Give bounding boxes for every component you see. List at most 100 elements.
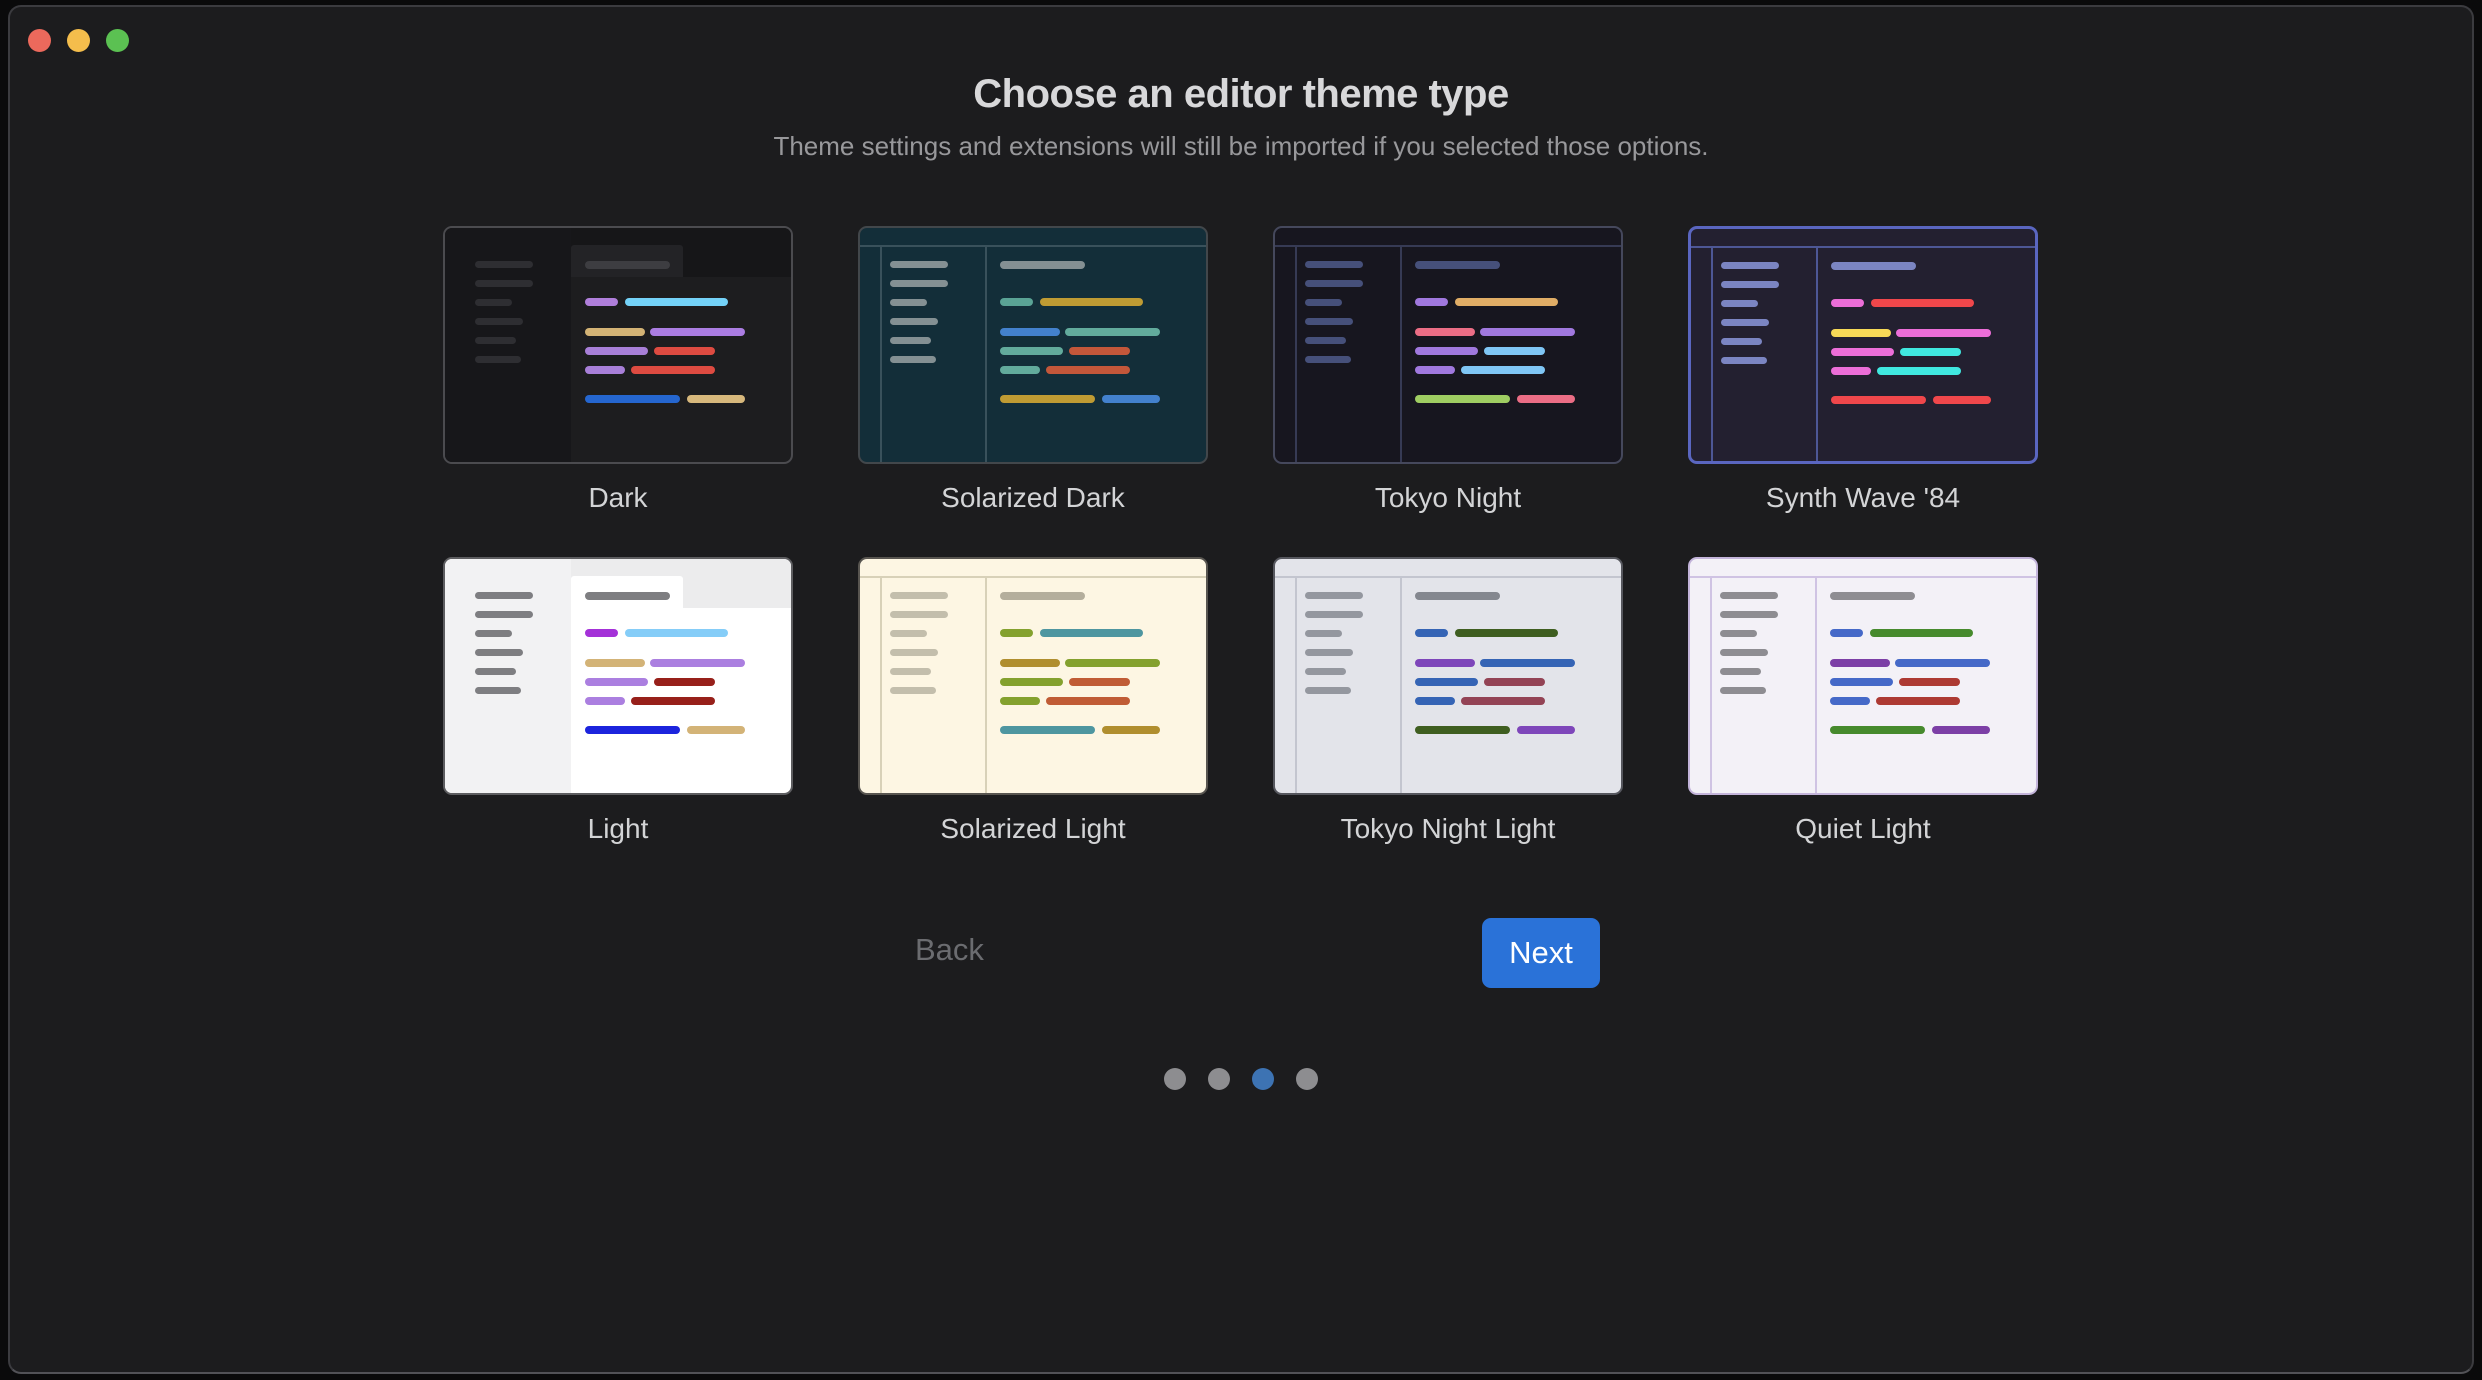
theme-preview [858, 557, 1208, 795]
pagination-dot-1[interactable] [1164, 1068, 1186, 1090]
preview-line [1461, 366, 1545, 374]
theme-preview [1273, 226, 1623, 464]
preview-line [1046, 697, 1130, 705]
preview-line [890, 261, 948, 268]
preview-line [1711, 246, 1713, 461]
preview-line [650, 659, 745, 667]
preview-line [1480, 328, 1575, 336]
preview-line [1831, 299, 1864, 307]
theme-card-tokyo-night[interactable]: Tokyo Night [1273, 226, 1623, 516]
preview-line [1000, 298, 1033, 306]
preview-line [1721, 262, 1779, 269]
preview-line [475, 649, 523, 656]
theme-label: Solarized Light [940, 813, 1126, 844]
theme-label: Tokyo Night Light [1340, 813, 1556, 844]
theme-label: Synth Wave '84 [1765, 482, 1961, 513]
preview-line [475, 280, 533, 287]
preview-line [890, 592, 948, 599]
preview-line [1816, 246, 1818, 461]
preview-line [1830, 659, 1890, 667]
preview-line [1305, 261, 1363, 268]
preview-line [1721, 319, 1769, 326]
preview-line [475, 318, 523, 325]
preview-line [1455, 629, 1558, 637]
preview-line [475, 687, 521, 694]
preview-line [1415, 629, 1448, 637]
preview-line [1000, 726, 1095, 734]
preview-line [1065, 659, 1160, 667]
preview-line [1484, 678, 1545, 686]
preview-line [1895, 659, 1990, 667]
theme-card-quiet-light[interactable]: Quiet Light [1688, 557, 2038, 847]
theme-card-light[interactable]: Light [443, 557, 793, 847]
traffic-light-maximize-button[interactable] [106, 29, 129, 52]
traffic-light-minimize-button[interactable] [67, 29, 90, 52]
preview-line [1876, 697, 1960, 705]
preview-line [1305, 337, 1346, 344]
pagination-dot-4[interactable] [1296, 1068, 1318, 1090]
preview-line [1710, 576, 1712, 793]
pagination-dot-2[interactable] [1208, 1068, 1230, 1090]
preview-line [475, 356, 521, 363]
theme-preview [1688, 557, 2038, 795]
preview-line [1305, 280, 1363, 287]
preview-line [475, 668, 516, 675]
preview-line [687, 395, 745, 403]
preview-line [585, 366, 625, 374]
theme-card-dark[interactable]: Dark [443, 226, 793, 516]
theme-preview [443, 226, 793, 464]
theme-card-solarized-light[interactable]: Solarized Light [858, 557, 1208, 847]
preview-line [475, 592, 533, 599]
preview-line [890, 687, 936, 694]
preview-line [654, 678, 715, 686]
preview-line [1305, 611, 1363, 618]
preview-line [1831, 367, 1871, 375]
preview-line [475, 630, 512, 637]
preview-line [1415, 261, 1500, 269]
preview-line [1691, 246, 2035, 248]
preview-line [1400, 245, 1402, 462]
preview-line [1899, 678, 1960, 686]
preview-line [631, 697, 715, 705]
traffic-light-close-button[interactable] [28, 29, 51, 52]
preview-line [1295, 576, 1297, 793]
preview-line [1400, 576, 1402, 793]
preview-line [1000, 697, 1040, 705]
preview-line [1000, 347, 1063, 355]
preview-line [1295, 245, 1297, 462]
preview-line [1484, 347, 1545, 355]
preview-line [625, 629, 728, 637]
preview-line [860, 245, 1206, 247]
theme-label: Light [587, 813, 649, 844]
preview-line [1415, 395, 1510, 403]
preview-line [890, 280, 948, 287]
preview-line [1040, 629, 1143, 637]
preview-line [1305, 318, 1353, 325]
preview-line [1305, 630, 1342, 637]
preview-line [1305, 356, 1351, 363]
preview-line [1000, 678, 1063, 686]
theme-card-synth-wave-84[interactable]: Synth Wave '84 [1688, 226, 2038, 516]
preview-line [1000, 328, 1060, 336]
preview-line [890, 299, 927, 306]
pagination-dot-3-active[interactable] [1252, 1068, 1274, 1090]
next-button[interactable]: Next [1482, 918, 1600, 988]
theme-label: Quiet Light [1795, 813, 1931, 844]
preview-line [1000, 592, 1085, 600]
preview-line [1831, 348, 1894, 356]
preview-line [585, 659, 645, 667]
preview-line [1830, 629, 1863, 637]
theme-label: Solarized Dark [941, 482, 1125, 513]
preview-line [1815, 576, 1817, 793]
theme-card-tokyo-night-light[interactable]: Tokyo Night Light [1273, 557, 1623, 847]
preview-line [585, 261, 670, 269]
preview-line [1517, 395, 1575, 403]
preview-line [1933, 396, 1991, 404]
preview-line [1415, 592, 1500, 600]
back-button[interactable]: Back [915, 932, 984, 968]
preview-line [1455, 298, 1558, 306]
theme-card-solarized-dark[interactable]: Solarized Dark [858, 226, 1208, 516]
preview-line [1720, 668, 1761, 675]
preview-line [1721, 338, 1762, 345]
preview-line [1932, 726, 1990, 734]
